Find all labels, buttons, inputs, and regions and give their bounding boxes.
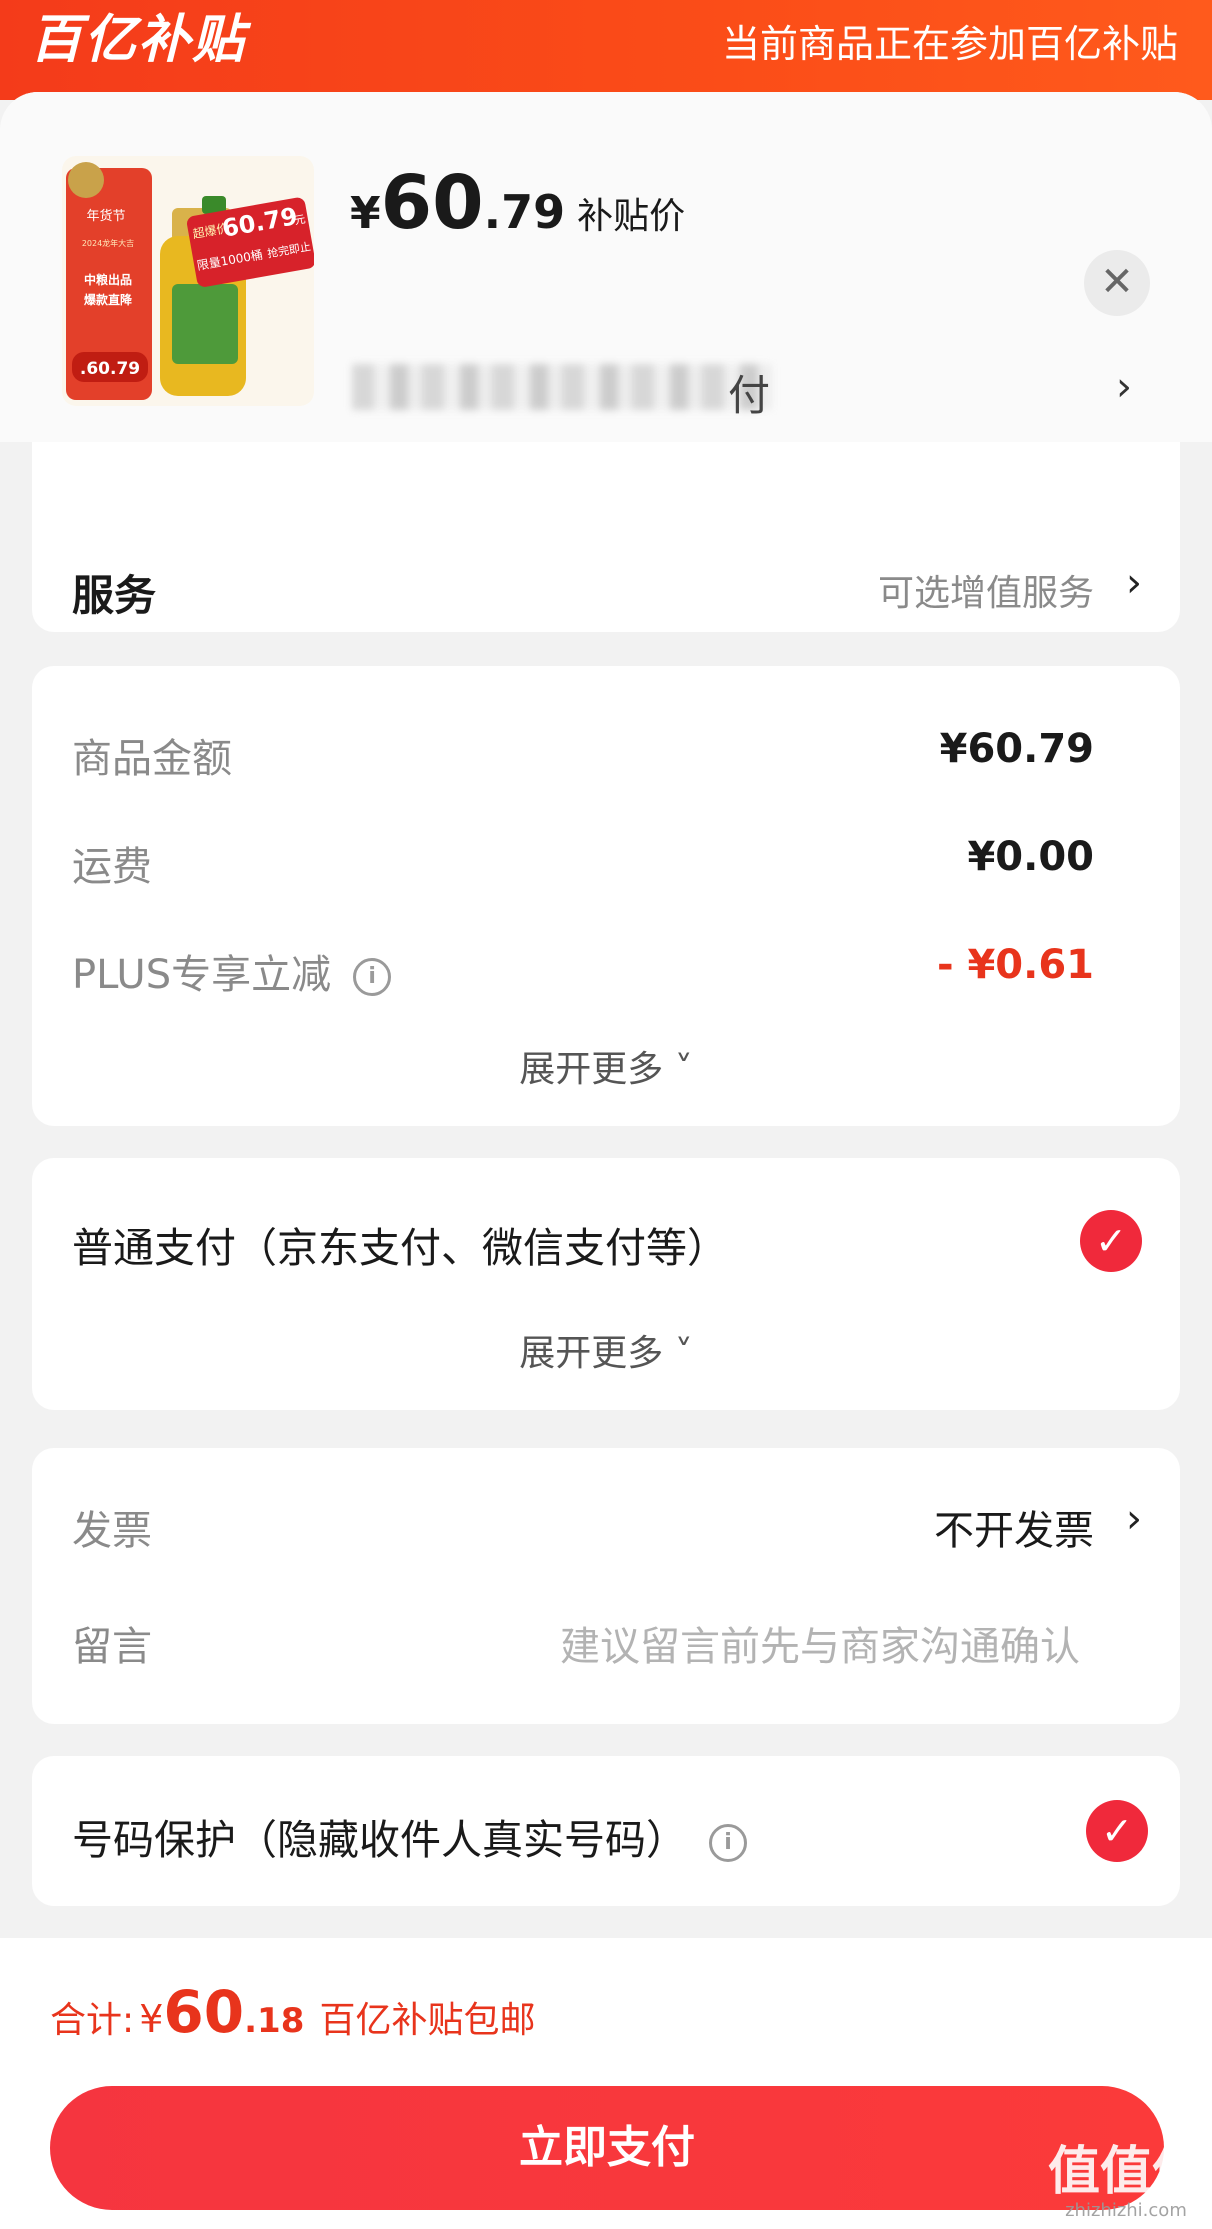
amount-card: 商品金额 ¥60.79 运费 ¥0.00 PLUS专享立减 i - ¥0.61 展… <box>32 666 1180 1126</box>
expand-more-payment[interactable]: 展开更多 ˅ <box>32 1324 1180 1376</box>
payment-method-label[interactable]: 普通支付（京东支付、微信支付等） <box>72 1214 728 1274</box>
subsidy-notice: 当前商品正在参加百亿补贴 <box>721 22 1178 66</box>
thumb-burst-unit: 元 <box>293 213 306 228</box>
subsidy-banner: 百亿补贴 当前商品正在参加百亿补贴 <box>0 0 1212 100</box>
shipping-value: ¥0.00 <box>967 834 1094 880</box>
check-icon: ✓ <box>1095 1219 1127 1263</box>
service-label: 服务 <box>72 571 157 620</box>
payment-card: 普通支付（京东支付、微信支付等） ✓ 展开更多 ˅ <box>32 1158 1180 1410</box>
product-image: 年货节 2024龙年大吉 中粮出品 爆款直降 .60.79 超爆价 60.79 … <box>62 156 314 406</box>
product-name-tail: 付 <box>728 371 771 420</box>
check-icon: ✓ <box>1101 1809 1133 1853</box>
close-icon: ✕ <box>1100 259 1134 305</box>
price-tag: 补贴价 <box>577 196 686 237</box>
thumb-price-pill: .60.79 <box>80 359 140 379</box>
product-thumbnail[interactable]: 年货节 2024龙年大吉 中粮出品 爆款直降 .60.79 超爆价 60.79 … <box>62 156 314 406</box>
expand-more-amounts[interactable]: 展开更多 ˅ <box>32 1040 1180 1092</box>
subsidy-logo: 百亿补贴 <box>30 10 247 70</box>
checkout-footer: 合计: ¥60.18 百亿补贴包邮 立即支付 值值值 zhizhizhi.com <box>0 1938 1212 2229</box>
subsidy-price: ¥60.79 补贴价 <box>350 160 685 250</box>
product-name-redacted <box>352 364 772 410</box>
checkout-sheet: 年货节 2024龙年大吉 中粮出品 爆款直降 .60.79 超爆价 60.79 … <box>0 92 1212 1942</box>
site-watermark: 值值值 zhizhizhi.com <box>1048 2144 1204 2221</box>
plus-discount-value: - ¥0.61 <box>936 942 1094 988</box>
invoice-value[interactable]: 不开发票 <box>934 1498 1094 1556</box>
service-value[interactable]: 可选增值服务 <box>878 564 1094 616</box>
chevron-down-icon: ˅ <box>663 1049 693 1090</box>
chevron-right-icon[interactable]: › <box>1126 1496 1142 1542</box>
privacy-card: 号码保护（隐藏收件人真实号码） i ✓ <box>32 1756 1180 1906</box>
chevron-right-icon[interactable]: › <box>1126 560 1142 606</box>
price-decimal: .79 <box>483 185 566 239</box>
close-button[interactable]: ✕ <box>1084 250 1150 316</box>
chevron-down-icon: ˅ <box>663 1333 693 1374</box>
chevron-right-icon[interactable]: › <box>1116 364 1132 410</box>
pay-now-button[interactable]: 立即支付 <box>50 2086 1164 2210</box>
thumb-badge-sub: 2024龙年大吉 <box>82 238 134 248</box>
invoice-label: 发票 <box>72 1508 152 1554</box>
invoice-note-card: 发票 不开发票 › 留言 建议留言前先与商家沟通确认 <box>32 1448 1180 1724</box>
payment-selected-check[interactable]: ✓ <box>1080 1210 1142 1272</box>
note-input[interactable]: 建议留言前先与商家沟通确认 <box>560 1614 1080 1672</box>
thumb-badge-top: 年货节 <box>86 208 125 224</box>
expand-more-label: 展开更多 <box>519 1333 664 1374</box>
info-icon[interactable]: i <box>353 958 392 996</box>
goods-amount-value: ¥60.79 <box>939 726 1094 772</box>
privacy-row: 号码保护（隐藏收件人真实号码） i <box>72 1806 747 1866</box>
plus-discount-label: PLUS专享立减 <box>72 952 332 998</box>
watermark-main: 值值值 <box>1047 2142 1204 2202</box>
price-symbol: ¥ <box>350 188 381 239</box>
privacy-label: 号码保护（隐藏收件人真实号码） <box>72 1816 687 1864</box>
total-symbol: ¥ <box>139 1997 164 2041</box>
total-label: 合计: <box>50 2000 135 2041</box>
free-shipping-note: 百亿补贴包邮 <box>319 2000 536 2041</box>
watermark-sub: zhizhizhi.com <box>1065 2200 1187 2221</box>
total-amount: 合计: ¥60.18 百亿补贴包邮 <box>50 1978 535 2046</box>
product-header: 年货节 2024龙年大吉 中粮出品 爆款直降 .60.79 超爆价 60.79 … <box>0 92 1212 442</box>
goods-amount-label: 商品金额 <box>72 736 232 782</box>
privacy-toggle-check[interactable]: ✓ <box>1086 1800 1148 1862</box>
total-decimal: .18 <box>244 2001 305 2041</box>
thumb-promo-2: 爆款直降 <box>84 292 133 307</box>
plus-discount-row: PLUS专享立减 i <box>72 942 392 1000</box>
info-icon[interactable]: i <box>709 1824 747 1862</box>
note-label: 留言 <box>72 1624 152 1670</box>
total-integer: 60 <box>163 1978 245 2046</box>
expand-more-label: 展开更多 <box>519 1049 664 1090</box>
shipping-label: 运费 <box>72 844 152 890</box>
price-integer: 60 <box>380 160 484 246</box>
thumb-promo-1: 中粮出品 <box>84 272 132 287</box>
